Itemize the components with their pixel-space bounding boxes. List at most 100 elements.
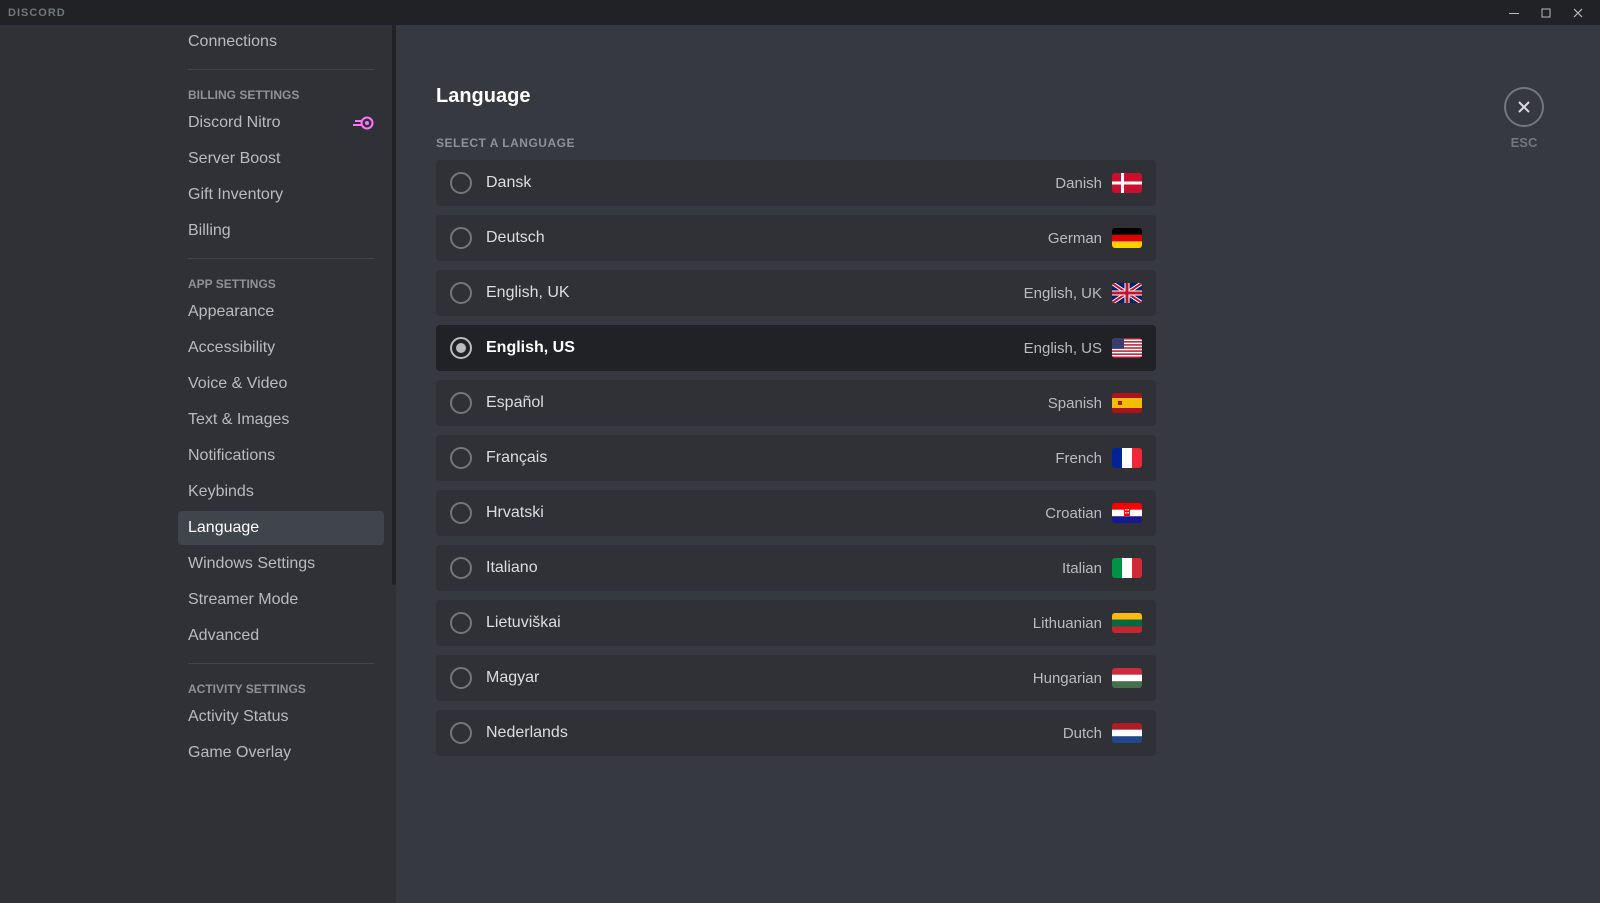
language-option-nl[interactable]: Nederlands Dutch [436, 710, 1156, 756]
language-native-name: English, US [486, 339, 575, 357]
close-icon [1515, 98, 1533, 116]
sidebar-item-label: Voice & Video [188, 375, 287, 393]
sidebar-item-label: Streamer Mode [188, 591, 298, 609]
sidebar-item-label: Windows Settings [188, 555, 315, 573]
sidebar-item-accessibility[interactable]: Accessibility [178, 331, 384, 365]
sidebar-item-label: Activity Status [188, 708, 288, 726]
language-native-name: Italiano [486, 559, 538, 577]
sidebar-item-gift-inventory[interactable]: Gift Inventory [178, 178, 384, 212]
sidebar-item-label: Language [188, 519, 259, 537]
language-option-hr[interactable]: Hrvatski Croatian [436, 490, 1156, 536]
language-option-gb[interactable]: English, UK English, UK [436, 270, 1156, 316]
sidebar-item-windows-settings[interactable]: Windows Settings [178, 547, 384, 581]
language-option-dk[interactable]: Dansk Danish [436, 160, 1156, 206]
sidebar-item-keybinds[interactable]: Keybinds [178, 475, 384, 509]
language-english-name: Spanish [1048, 395, 1102, 412]
sidebar-item-activity-status[interactable]: Activity Status [178, 700, 384, 734]
language-option-us[interactable]: English, US English, US [436, 325, 1156, 371]
sidebar-item-streamer-mode[interactable]: Streamer Mode [178, 583, 384, 617]
language-native-name: Magyar [486, 669, 539, 687]
select-language-label: Select a Language [436, 136, 1156, 150]
radio-button [450, 447, 472, 469]
language-native-name: Français [486, 449, 547, 467]
radio-dot-icon [456, 343, 466, 353]
sidebar-divider [188, 258, 374, 259]
language-english-name: Italian [1062, 560, 1102, 577]
sidebar-item-label: Accessibility [188, 339, 275, 357]
settings-main: Language Select a Language Dansk Danish De… [396, 25, 1600, 903]
flag-icon [1112, 503, 1142, 523]
language-option-hu[interactable]: Magyar Hungarian [436, 655, 1156, 701]
sidebar-item-discord-nitro[interactable]: Discord Nitro [178, 106, 384, 140]
flag-icon [1112, 448, 1142, 468]
sidebar-item-game-overlay[interactable]: Game Overlay [178, 736, 384, 770]
language-native-name: Dansk [486, 174, 531, 192]
flag-icon [1112, 613, 1142, 633]
sidebar-item-notifications[interactable]: Notifications [178, 439, 384, 473]
language-option-de[interactable]: Deutsch German [436, 215, 1156, 261]
close-window-button[interactable] [1564, 2, 1592, 24]
escape-label: ESC [1511, 135, 1538, 150]
flag-icon [1112, 723, 1142, 743]
sidebar-item-advanced[interactable]: Advanced [178, 619, 384, 653]
sidebar-item-label: Notifications [188, 447, 275, 465]
radio-button [450, 557, 472, 579]
sidebar-item-server-boost[interactable]: Server Boost [178, 142, 384, 176]
sidebar-item-label: Game Overlay [188, 744, 291, 762]
language-english-name: German [1048, 230, 1102, 247]
flag-icon [1112, 173, 1142, 193]
language-option-fr[interactable]: Français French [436, 435, 1156, 481]
language-native-name: Deutsch [486, 229, 545, 247]
language-native-name: English, UK [486, 284, 570, 302]
radio-button [450, 282, 472, 304]
language-native-name: Hrvatski [486, 504, 544, 522]
radio-button [450, 502, 472, 524]
settings-sidebar: Connections Billing Settings Discord Nitro… [0, 25, 396, 903]
flag-icon [1112, 668, 1142, 688]
flag-icon [1112, 393, 1142, 413]
sidebar-divider [188, 69, 374, 70]
page-title: Language [436, 85, 1156, 108]
language-english-name: Croatian [1045, 505, 1102, 522]
sidebar-divider [188, 663, 374, 664]
flag-icon [1112, 558, 1142, 578]
maximize-button[interactable] [1532, 2, 1560, 24]
radio-button [450, 337, 472, 359]
radio-button [450, 612, 472, 634]
flag-icon [1112, 228, 1142, 248]
language-english-name: Hungarian [1033, 670, 1102, 687]
sidebar-item-appearance[interactable]: Appearance [178, 295, 384, 329]
radio-button [450, 227, 472, 249]
sidebar-item-voice-video[interactable]: Voice & Video [178, 367, 384, 401]
sidebar-item-label: Keybinds [188, 483, 254, 501]
nitro-icon [352, 115, 374, 131]
close-settings-button[interactable] [1504, 87, 1544, 127]
sidebar-item-connections[interactable]: Connections [178, 25, 384, 59]
sidebar-section-header: Billing Settings [178, 80, 384, 106]
language-english-name: English, US [1024, 340, 1102, 357]
language-native-name: Lietuviškai [486, 614, 561, 632]
sidebar-section-header: App Settings [178, 269, 384, 295]
sidebar-item-text-images[interactable]: Text & Images [178, 403, 384, 437]
sidebar-item-billing[interactable]: Billing [178, 214, 384, 248]
language-option-es[interactable]: EspañolSpanish [436, 380, 1156, 426]
sidebar-item-label: Billing [188, 222, 231, 240]
radio-button [450, 722, 472, 744]
radio-button [450, 667, 472, 689]
flag-icon [1112, 338, 1142, 358]
radio-button [450, 172, 472, 194]
language-native-name: Nederlands [486, 724, 568, 742]
language-option-it[interactable]: Italiano Italian [436, 545, 1156, 591]
language-english-name: English, UK [1024, 285, 1102, 302]
sidebar-section-header: Activity Settings [178, 674, 384, 700]
window-controls [1500, 2, 1592, 24]
language-english-name: Danish [1055, 175, 1102, 192]
sidebar-item-label: Appearance [188, 303, 274, 321]
language-english-name: Dutch [1063, 725, 1102, 742]
sidebar-item-label: Text & Images [188, 411, 289, 429]
sidebar-item-language[interactable]: Language [178, 511, 384, 545]
language-option-lt[interactable]: LietuviškaiLithuanian [436, 600, 1156, 646]
language-english-name: French [1055, 450, 1102, 467]
sidebar-item-label: Discord Nitro [188, 114, 280, 132]
minimize-button[interactable] [1500, 2, 1528, 24]
